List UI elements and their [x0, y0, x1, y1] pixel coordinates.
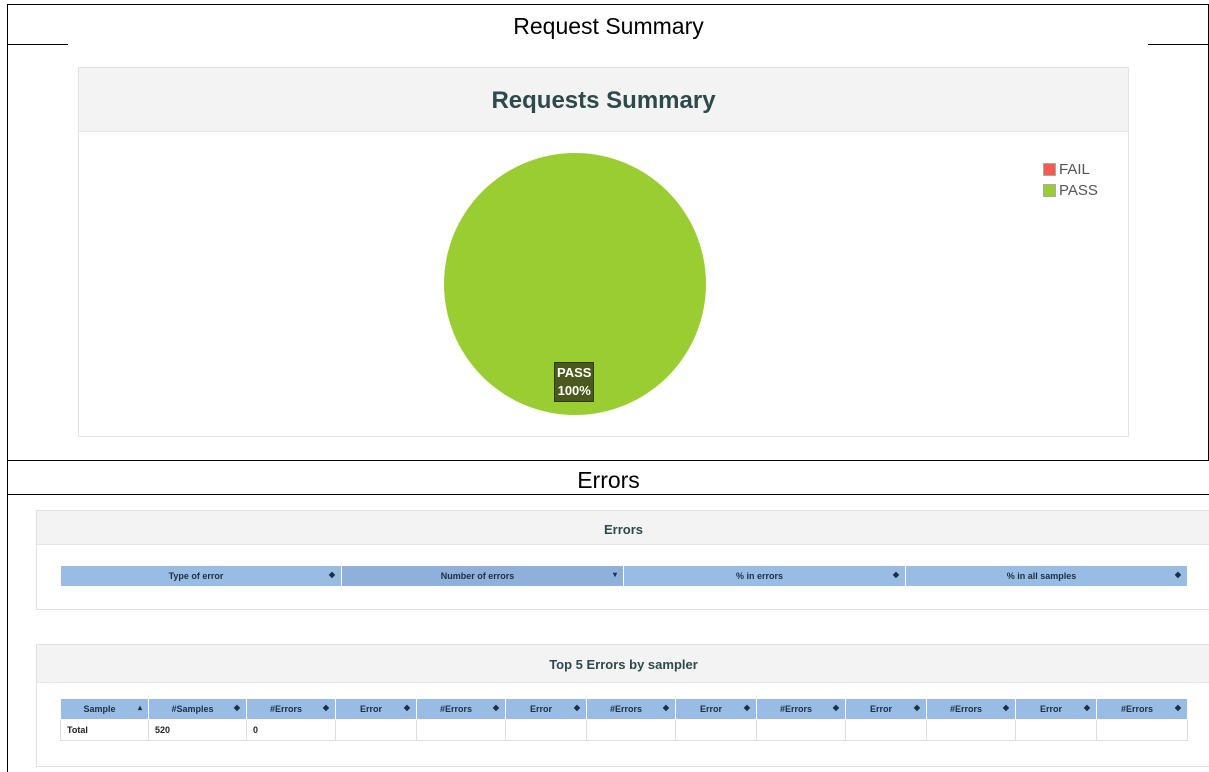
frame-divider-1 [7, 44, 68, 45]
sort-icon: ◆ [743, 703, 750, 712]
frame-top-border [7, 4, 1209, 5]
pie-legend: FAIL PASS [1043, 159, 1098, 201]
top5-col-errors[interactable]: #Errors ◆ [756, 698, 846, 720]
sort-icon: ◆ [322, 703, 329, 712]
table-cell [845, 719, 927, 741]
top5-col-samples[interactable]: #Samples ◆ [148, 698, 247, 720]
section-title-errors: Errors [577, 467, 640, 493]
errors-header: Errors [37, 511, 1209, 545]
requests-summary-header: Requests Summary [79, 68, 1128, 132]
sort-icon: ◆ [662, 703, 669, 712]
sort-icon: ◆ [1083, 703, 1090, 712]
pie-slice-label-name: PASS [557, 365, 592, 380]
requests-pie-chart [444, 153, 706, 415]
frame-divider-2 [7, 460, 1209, 461]
sort-desc-icon: ▾ [612, 570, 617, 579]
sort-icon: ◆ [892, 570, 899, 579]
table-cell: 520 [148, 719, 247, 741]
errors-panel: Errors Type of error ◆ Number of errors ▾ … [36, 510, 1209, 610]
legend-item-pass[interactable]: PASS [1043, 180, 1098, 201]
requests-summary-title: Requests Summary [491, 87, 716, 114]
frame-divider-1b [1148, 44, 1209, 45]
errors-table: Type of error ◆ Number of errors ▾ % in er… [60, 565, 1188, 587]
sort-icon: ▴ [137, 703, 142, 712]
legend-label-pass: PASS [1059, 182, 1098, 199]
errors-col-type[interactable]: Type of error ◆ [60, 565, 342, 587]
top5-col-errors[interactable]: #Errors ◆ [926, 698, 1016, 720]
table-cell [416, 719, 506, 741]
top5-errors-title: Top 5 Errors by sampler [549, 657, 698, 672]
table-cell: Total [60, 719, 149, 741]
top5-errors-table: Sample ▴ #Samples ◆ #Errors ◆ Error ◆ #Errors ◆ Er… [60, 698, 1188, 741]
table-row: Total 520 0 [60, 719, 1188, 741]
table-cell [1015, 719, 1097, 741]
top5-col-errors[interactable]: #Errors ◆ [416, 698, 506, 720]
top5-col-error[interactable]: Error ◆ [505, 698, 587, 720]
top5-errors-panel: Top 5 Errors by sampler Sample ▴ #Samples ◆… [36, 644, 1209, 767]
pie-slice-label: PASS 100% [554, 362, 595, 402]
sort-icon: ◆ [1002, 703, 1009, 712]
table-cell: 0 [246, 719, 336, 741]
sort-icon: ◆ [1174, 570, 1181, 579]
legend-swatch-fail [1043, 163, 1056, 176]
sort-icon: ◆ [573, 703, 580, 712]
table-cell [586, 719, 676, 741]
top5-col-error[interactable]: Error ◆ [335, 698, 417, 720]
errors-col-number[interactable]: Number of errors ▾ [341, 565, 624, 587]
errors-col-pct-errors[interactable]: % in errors ◆ [623, 565, 906, 587]
top5-table-header-row: Sample ▴ #Samples ◆ #Errors ◆ Error ◆ #Errors ◆ Er… [60, 698, 1188, 720]
sort-icon: ◆ [233, 703, 240, 712]
sort-icon: ◆ [492, 703, 499, 712]
legend-item-fail[interactable]: FAIL [1043, 159, 1098, 180]
table-cell [1096, 719, 1188, 741]
requests-summary-panel: Requests Summary PASS 100% FAIL PASS [78, 67, 1129, 437]
errors-col-pct-all[interactable]: % in all samples ◆ [905, 565, 1188, 587]
frame-left-border [7, 4, 8, 772]
errors-title: Errors [603, 522, 644, 537]
pie-slice-label-pct: 100% [557, 383, 591, 398]
top5-col-error[interactable]: Error ◆ [1015, 698, 1097, 720]
table-cell [335, 719, 417, 741]
sort-icon: ◆ [913, 703, 920, 712]
top5-col-error[interactable]: Error ◆ [675, 698, 757, 720]
top5-col-errors[interactable]: #Errors ◆ [586, 698, 676, 720]
table-cell [675, 719, 757, 741]
top5-errors-header: Top 5 Errors by sampler [37, 645, 1209, 683]
legend-swatch-pass [1043, 184, 1056, 197]
legend-label-fail: FAIL [1059, 161, 1090, 178]
table-cell [756, 719, 846, 741]
table-cell [926, 719, 1016, 741]
sort-icon: ◆ [403, 703, 410, 712]
top5-col-errors[interactable]: #Errors ◆ [246, 698, 336, 720]
table-cell [505, 719, 587, 741]
errors-table-header-row: Type of error ◆ Number of errors ▾ % in er… [60, 565, 1188, 587]
sort-icon: ◆ [832, 703, 839, 712]
sort-icon: ◆ [1174, 703, 1181, 712]
top5-col-errors[interactable]: #Errors ◆ [1096, 698, 1188, 720]
top5-col-sample[interactable]: Sample ▴ [60, 698, 149, 720]
frame-divider-3 [7, 494, 1209, 495]
top5-col-error[interactable]: Error ◆ [845, 698, 927, 720]
section-title-request-summary: Request Summary [513, 13, 704, 39]
sort-icon: ◆ [328, 570, 335, 579]
